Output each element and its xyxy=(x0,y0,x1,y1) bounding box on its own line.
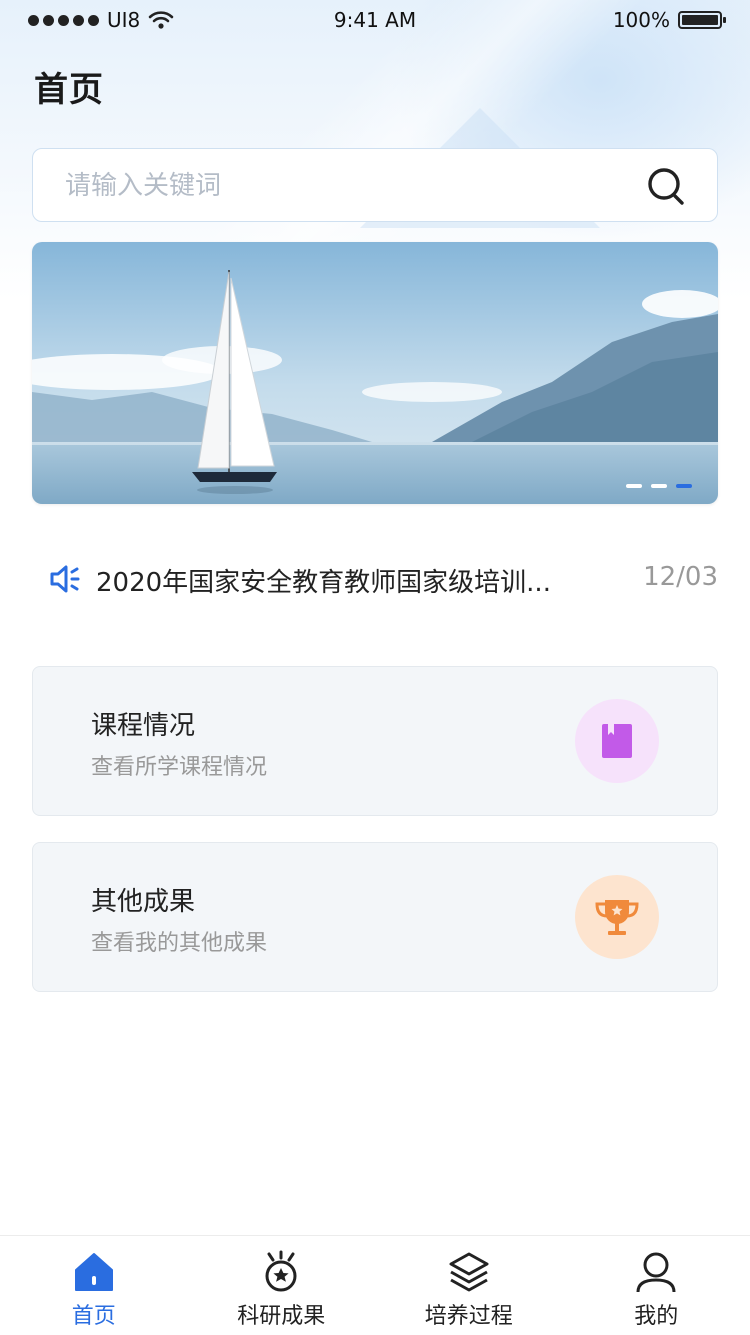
announcement-date: 12/03 xyxy=(643,562,718,592)
carousel-dot[interactable] xyxy=(676,484,692,488)
trophy-icon-circle xyxy=(575,875,659,959)
speaker-icon xyxy=(48,562,82,596)
battery-percent: 100% xyxy=(613,8,670,32)
layers-icon xyxy=(447,1250,491,1294)
card-title: 课程情况 xyxy=(91,705,195,742)
tab-label: 培养过程 xyxy=(375,1298,563,1330)
announcement-row[interactable]: 2020年国家安全教育教师国家级培训... 12/03 xyxy=(48,558,718,602)
status-bar: UI8 9:41 AM 100% xyxy=(0,0,750,40)
status-right: 100% xyxy=(613,8,722,32)
tab-research[interactable]: 科研成果 xyxy=(188,1236,376,1335)
carousel-indicator[interactable] xyxy=(626,484,692,488)
battery-icon xyxy=(678,11,722,29)
carousel-dot[interactable] xyxy=(626,484,642,488)
tab-label: 科研成果 xyxy=(188,1298,376,1330)
tab-label: 首页 xyxy=(0,1298,188,1330)
book-icon-circle xyxy=(575,699,659,783)
tab-mine[interactable]: 我的 xyxy=(563,1236,750,1335)
banner-image xyxy=(32,242,718,504)
home-icon xyxy=(72,1250,116,1294)
search-input[interactable] xyxy=(63,149,627,223)
card-title: 其他成果 xyxy=(91,881,195,918)
other-achievements-card[interactable]: 其他成果 查看我的其他成果 xyxy=(32,842,718,992)
tab-label: 我的 xyxy=(563,1298,750,1330)
search-icon[interactable] xyxy=(645,165,689,209)
banner-carousel[interactable] xyxy=(32,242,718,504)
search-bar[interactable] xyxy=(32,148,718,222)
carousel-dot[interactable] xyxy=(651,484,667,488)
announcement-text[interactable]: 2020年国家安全教育教师国家级培训... xyxy=(96,562,551,599)
book-icon xyxy=(600,722,634,760)
trophy-icon xyxy=(593,896,641,938)
course-status-card[interactable]: 课程情况 查看所学课程情况 xyxy=(32,666,718,816)
medal-icon xyxy=(259,1250,303,1294)
bottom-tab-bar: 首页 科研成果 培养过程 我的 xyxy=(0,1235,750,1335)
card-subtitle: 查看所学课程情况 xyxy=(91,749,267,781)
tab-training[interactable]: 培养过程 xyxy=(375,1236,563,1335)
page-title: 首页 xyxy=(34,62,104,111)
card-subtitle: 查看我的其他成果 xyxy=(91,925,267,957)
tab-home[interactable]: 首页 xyxy=(0,1236,188,1335)
user-icon xyxy=(634,1250,678,1294)
